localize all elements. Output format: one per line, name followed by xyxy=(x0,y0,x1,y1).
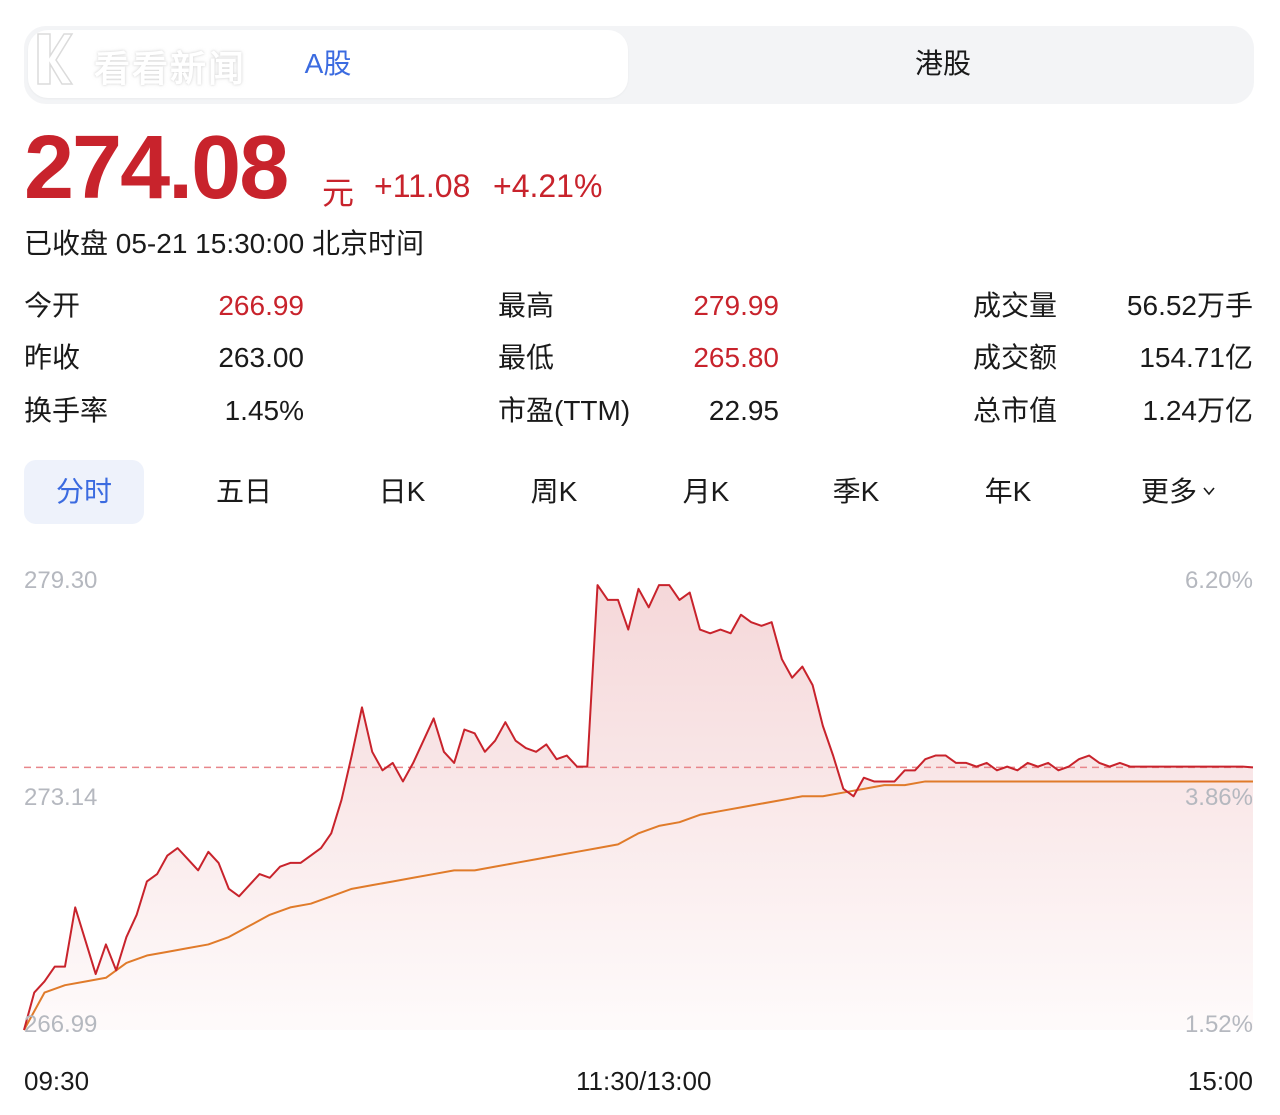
stat-open-label: 今开 xyxy=(24,290,81,321)
stat-market-cap-label: 总市值 xyxy=(973,395,1058,426)
stat-turnover-label: 换手率 xyxy=(24,395,109,426)
stat-volume-value: 56.52万手 xyxy=(1126,290,1253,321)
tab-weekly-k[interactable]: 周K xyxy=(494,460,614,524)
stat-pe-value: 22.95 xyxy=(708,395,779,426)
stat-prev-close-value: 263.00 xyxy=(218,342,304,373)
price-change: +11.08 xyxy=(374,168,471,204)
tab-quarterly-k[interactable]: 季K xyxy=(796,460,916,524)
chevron-down-icon xyxy=(1203,487,1215,496)
tab-more-label: 更多 xyxy=(1140,476,1197,507)
tab-intraday[interactable]: 分时 xyxy=(24,460,144,524)
tab-monthly-k[interactable]: 月K xyxy=(646,460,766,524)
stat-low-value: 265.80 xyxy=(693,342,779,373)
stat-high-value: 279.99 xyxy=(693,290,779,321)
stat-prev-close-label: 昨收 xyxy=(24,342,81,373)
price-change-percent: +4.21% xyxy=(493,168,603,204)
x-tick-open: 09:30 xyxy=(24,1066,90,1096)
stat-turnover-value: 1.45% xyxy=(224,395,304,426)
y-right-tick-top: 6.20% xyxy=(1184,567,1253,594)
stat-amount-value: 154.71亿 xyxy=(1139,342,1253,373)
tab-five-day[interactable]: 五日 xyxy=(184,460,304,524)
currency-unit: 元 xyxy=(322,175,355,211)
x-tick-close: 15:00 xyxy=(1187,1066,1253,1096)
tab-daily-k[interactable]: 日K xyxy=(342,460,462,524)
tab-a-share[interactable]: A股 xyxy=(28,30,628,98)
y-right-tick-mid: 3.86% xyxy=(1184,784,1253,811)
price-area xyxy=(24,585,1253,1030)
stat-volume-label: 成交量 xyxy=(973,290,1058,321)
stat-market-cap-value: 1.24万亿 xyxy=(1142,395,1254,426)
current-price: 274.08 xyxy=(24,118,289,218)
y-left-tick-mid: 273.14 xyxy=(24,784,98,811)
y-left-tick-top: 279.30 xyxy=(24,567,98,594)
y-right-tick-bottom: 1.52% xyxy=(1184,1011,1253,1038)
intraday-chart xyxy=(23,584,1254,1031)
market-status: 已收盘 05-21 15:30:00 北京时间 xyxy=(24,228,424,259)
tab-more[interactable]: 更多 xyxy=(1118,460,1238,524)
stat-amount-label: 成交额 xyxy=(973,342,1058,373)
y-left-tick-bottom: 266.99 xyxy=(24,1011,98,1038)
stat-open-value: 266.99 xyxy=(218,290,304,321)
stat-high-label: 最高 xyxy=(498,290,555,321)
stat-low-label: 最低 xyxy=(498,342,555,373)
market-tabs: A股 港股 xyxy=(24,26,1254,104)
tab-yearly-k[interactable]: 年K xyxy=(948,460,1068,524)
x-tick-midday: 11:30/13:00 xyxy=(576,1066,712,1096)
tab-hk-share[interactable]: 港股 xyxy=(636,30,1250,98)
stat-pe-label: 市盈(TTM) xyxy=(498,395,631,426)
